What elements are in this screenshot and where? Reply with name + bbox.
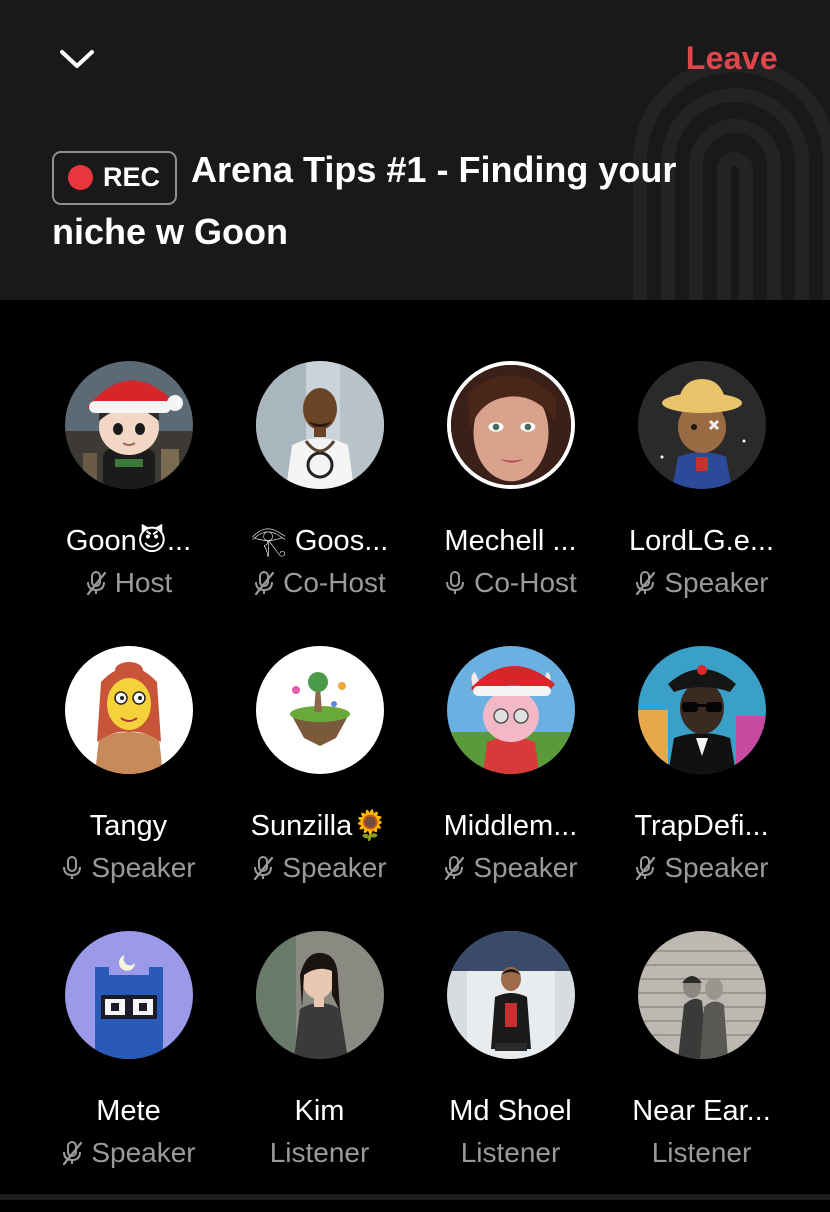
participant-role: Co-Host [253, 567, 386, 599]
yellow-cartoon-woman-avatar [64, 646, 193, 774]
mic-muted-icon [443, 855, 465, 881]
participant-card[interactable]: Mechell ... Co-Host [415, 357, 606, 642]
mic-icon [444, 570, 466, 596]
mic-muted-icon [252, 855, 274, 881]
participant-role: Speaker [634, 852, 769, 884]
participant-name: Mechell ... [444, 525, 577, 557]
participant-card[interactable]: 𓂀 Goos... Co-Host [224, 357, 415, 642]
participant-role-label: Listener [651, 1137, 752, 1168]
participant-card[interactable]: Near Ear... Listener [606, 927, 797, 1212]
man-sitting-avatar [446, 931, 575, 1059]
space-header: Leave REC Arena Tips #1 - Finding your n… [0, 0, 830, 300]
participant-role-label: Speaker [91, 852, 196, 883]
participant-role: Listener [461, 1137, 561, 1169]
man-white-shirt-avatar [255, 361, 384, 489]
participant-role-label: Listener [460, 1137, 561, 1168]
participant-role-label: Speaker [664, 567, 769, 598]
participant-role: Host [85, 567, 173, 599]
participant-card[interactable]: Tangy Speaker [33, 642, 224, 927]
participant-name: Tangy [89, 810, 168, 842]
participant-name: Md Shoel [449, 1095, 572, 1127]
santa-hat-boy-avatar [64, 361, 193, 489]
participant-name: Kim [294, 1095, 345, 1127]
participant-card[interactable]: Goon😈... Host [33, 357, 224, 642]
participant-name: TrapDefi... [634, 810, 769, 842]
participant-role: Speaker [61, 852, 196, 884]
participant-role-label: Co-Host [283, 567, 386, 598]
participant-card[interactable]: Middlem... Speaker [415, 642, 606, 927]
participant-role: Speaker [443, 852, 578, 884]
participant-card[interactable]: LordLG.e... Speaker [606, 357, 797, 642]
participant-role-label: Co-Host [474, 567, 577, 598]
pixel-owl-avatar [64, 931, 193, 1059]
woman-selfie-avatar [446, 361, 575, 489]
participant-role: Co-Host [444, 567, 577, 599]
mic-muted-icon [634, 855, 656, 881]
participant-name: 𓂀 Goos... [250, 525, 389, 557]
chevron-down-icon [60, 50, 94, 68]
participant-role-label: Speaker [664, 852, 769, 883]
leave-button[interactable]: Leave [686, 40, 778, 77]
participant-name: Near Ear... [632, 1095, 771, 1127]
participant-card[interactable]: Sunzilla🌻 Speaker [224, 642, 415, 927]
pink-horned-santa-avatar [446, 646, 575, 774]
mic-muted-icon [85, 570, 107, 596]
participant-role: Speaker [634, 567, 769, 599]
mic-muted-icon [634, 570, 656, 596]
participant-role: Listener [652, 1137, 752, 1169]
participant-name: Sunzilla🌻 [250, 810, 389, 842]
mic-icon [61, 855, 83, 881]
participant-card[interactable]: Mete Speaker [33, 927, 224, 1212]
recording-dot-icon [68, 165, 93, 190]
participant-card[interactable]: Md Shoel Listener [415, 927, 606, 1212]
woman-photo-avatar [255, 931, 384, 1059]
participant-card[interactable]: Kim Listener [224, 927, 415, 1212]
participant-name: LordLG.e... [628, 525, 775, 557]
participant-name: Middlem... [443, 810, 578, 842]
participant-role: Speaker [252, 852, 387, 884]
participant-role-label: Listener [269, 1137, 370, 1168]
participant-card[interactable]: TrapDefi... Speaker [606, 642, 797, 927]
space-title-block: REC Arena Tips #1 - Finding your niche w… [52, 143, 752, 258]
participant-role-label: Speaker [91, 1137, 196, 1168]
recording-label: REC [103, 162, 161, 192]
mic-muted-icon [61, 1140, 83, 1166]
cartoon-hat-avatar [637, 361, 766, 489]
participant-name: Goon😈... [65, 525, 192, 557]
mic-muted-icon [253, 570, 275, 596]
bottom-divider [0, 1194, 830, 1200]
participant-name: Mete [96, 1095, 161, 1127]
sunglasses-man-avatar [637, 646, 766, 774]
collapse-button[interactable] [54, 36, 100, 82]
participant-role-label: Speaker [473, 852, 578, 883]
participant-role-label: Speaker [282, 852, 387, 883]
recording-badge: REC [52, 150, 178, 205]
participant-role: Speaker [61, 1137, 196, 1169]
floating-island-avatar [255, 646, 384, 774]
participant-role: Listener [270, 1137, 370, 1169]
participant-role-label: Host [114, 567, 173, 598]
vintage-couple-avatar [637, 931, 766, 1059]
participants-grid: Goon😈... Host 𓂀 Goos... Co-Host Mechell … [33, 357, 797, 1212]
